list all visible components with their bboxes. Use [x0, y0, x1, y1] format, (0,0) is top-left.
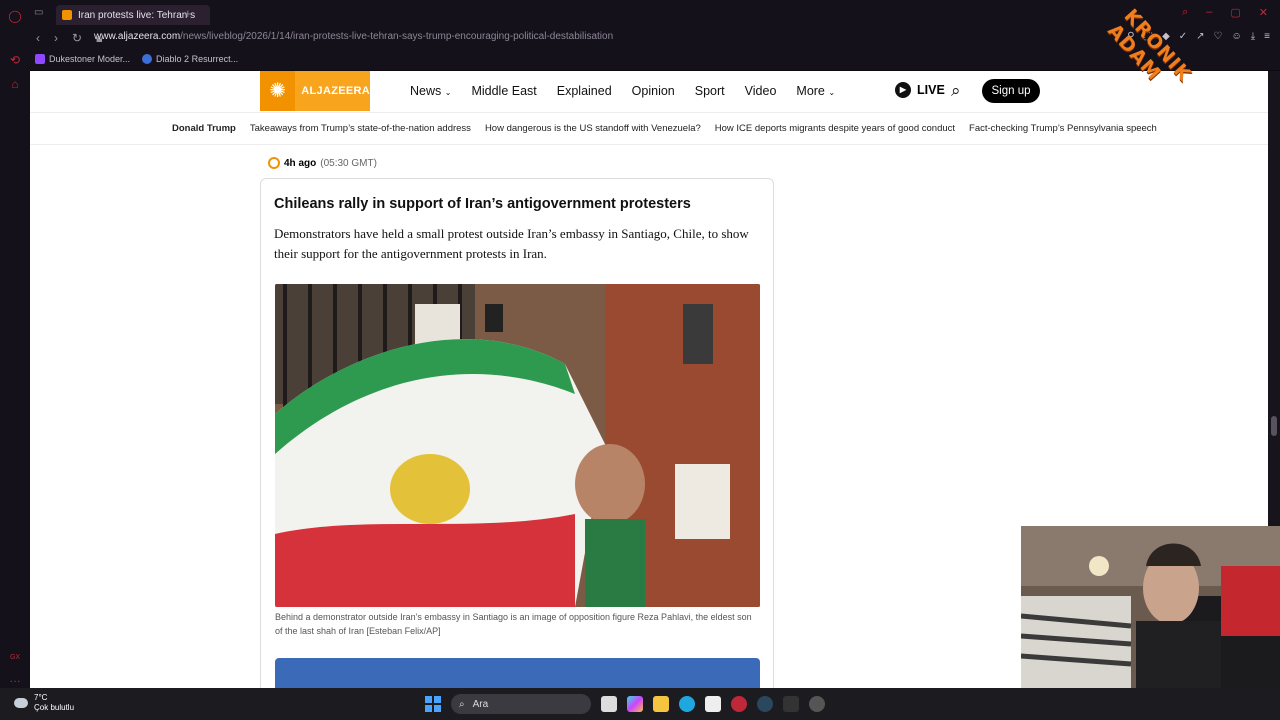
share-icon[interactable]: ↗	[1196, 31, 1204, 42]
trending-link[interactable]: How dangerous is the US standoff with Ve…	[485, 123, 701, 134]
aljazeera-logo[interactable]: ✺ ALJAZEERA	[260, 71, 370, 111]
copilot-icon[interactable]	[627, 696, 643, 712]
chevron-down-icon: ⌄	[444, 88, 452, 97]
trending-link[interactable]: How ICE deports migrants despite years o…	[715, 123, 955, 134]
nav-more[interactable]: More ⌄	[796, 84, 835, 98]
scrollbar-thumb[interactable]	[1271, 416, 1277, 436]
edge-icon[interactable]	[679, 696, 695, 712]
close-icon[interactable]: ✕	[1259, 6, 1268, 19]
speed-dial-icon[interactable]: ⟲	[7, 52, 23, 68]
search-placeholder: Ara	[472, 698, 489, 710]
bookmark-item[interactable]: Diablo 2 Resurrect...	[142, 54, 238, 64]
windows-taskbar: 7°C Çok bulutlu ⌕ Ara	[0, 688, 1280, 720]
task-view-icon[interactable]	[601, 696, 617, 712]
next-post-photo	[275, 658, 760, 688]
bnet-icon	[142, 54, 153, 64]
heart-icon[interactable]: ♡	[1214, 31, 1223, 42]
weather-temp: 7°C	[34, 693, 48, 702]
site-header: ✺ ALJAZEERA News ⌄ Middle East Explained…	[30, 71, 1268, 113]
logo-text: ALJAZEERA	[301, 85, 370, 97]
gx-icon[interactable]: GX	[7, 650, 23, 666]
bookmark-label: Dukestoner Moder...	[49, 54, 131, 64]
weather-text: 7°C Çok bulutlu	[34, 693, 74, 713]
nav-explained[interactable]: Explained	[557, 84, 612, 98]
trending-link[interactable]: Takeaways from Trump’s state-of-the-nati…	[250, 123, 471, 134]
new-tab-button[interactable]: +	[184, 6, 192, 21]
sign-up-button[interactable]: Sign up	[982, 79, 1040, 103]
file-explorer-icon[interactable]	[653, 696, 669, 712]
nav-middle-east[interactable]: Middle East	[471, 84, 536, 98]
nav-label: More	[796, 84, 825, 98]
liveblog-post: Chileans rally in support of Iran’s anti…	[260, 178, 774, 688]
trending-topic[interactable]: Donald Trump	[172, 123, 236, 134]
nav-sport[interactable]: Sport	[695, 84, 725, 98]
reload-icon[interactable]: ↻	[72, 31, 82, 46]
bookmark-item[interactable]: Dukestoner Moder...	[35, 54, 130, 64]
sidebar-tool-icon[interactable]: ⌂	[7, 76, 23, 92]
vpn-icon[interactable]: ✓	[1179, 31, 1187, 42]
nav-label: News	[410, 84, 442, 98]
trending-link[interactable]: Fact-checking Trump’s Pennsylvania speec…	[969, 123, 1157, 134]
cloud-icon	[14, 698, 28, 708]
app-icon[interactable]	[809, 696, 825, 712]
time-ago: 4h ago	[284, 157, 317, 169]
profile-icon[interactable]: ☺	[1232, 31, 1242, 42]
url-domain: www.aljazeera.com	[94, 31, 181, 42]
minimize-icon[interactable]: –	[1206, 6, 1212, 19]
weather-condition: Çok bulutlu	[34, 703, 75, 712]
search-icon: ⌕	[459, 698, 465, 710]
tab-bar: ▭ Iran protests live: Tehran s + ⌕ – ▢ ✕	[30, 0, 1280, 28]
window-controls: ⌕ – ▢ ✕	[1182, 6, 1268, 19]
steam-icon[interactable]	[757, 696, 773, 712]
store-icon[interactable]	[705, 696, 721, 712]
download-icon[interactable]: ⤓	[1251, 31, 1255, 42]
post-body: Demonstrators have held a small protest …	[274, 226, 749, 261]
nav-news[interactable]: News ⌄	[410, 84, 451, 98]
webcam-art	[1021, 526, 1280, 688]
protest-photo-art	[275, 284, 760, 607]
bookmark-label: Diablo 2 Resurrect...	[156, 54, 239, 64]
search-icon[interactable]: ⌕	[951, 81, 961, 101]
aljazeera-emblem-icon: ✺	[260, 71, 296, 111]
time-gmt: (05:30 GMT)	[320, 157, 377, 169]
webcam-overlay	[1021, 526, 1280, 688]
more-icon[interactable]: …	[7, 670, 23, 686]
opera-logo-icon[interactable]: ◯	[7, 8, 23, 24]
nav-buttons: ‹ › ↻ 🔒︎	[36, 31, 102, 46]
forward-icon[interactable]: ›	[54, 31, 58, 46]
live-button[interactable]: ▶ LIVE	[895, 82, 945, 98]
taskbar-search[interactable]: ⌕ Ara	[451, 694, 591, 714]
main-nav: News ⌄ Middle East Explained Opinion Spo…	[410, 84, 835, 98]
back-icon[interactable]: ‹	[36, 31, 40, 46]
browser-sidebar: ◯ ⟲ ⌂ GX …	[0, 0, 30, 688]
post-headline: Chileans rally in support of Iran’s anti…	[274, 196, 691, 212]
photo-caption: Behind a demonstrator outside Iran’s emb…	[275, 612, 752, 636]
url-field[interactable]: www.aljazeera.com/news/liveblog/2026/1/1…	[94, 31, 613, 42]
twitch-icon	[35, 54, 45, 64]
nav-opinion[interactable]: Opinion	[632, 84, 675, 98]
address-bar: ‹ › ↻ 🔒︎ www.aljazeera.com/news/liveblog…	[30, 28, 1280, 48]
aljazeera-favicon-icon	[62, 10, 72, 20]
weather-widget[interactable]: 7°C Çok bulutlu	[14, 693, 74, 713]
tab-title: Iran protests live: Tehran s	[78, 9, 196, 21]
search-tabs-icon[interactable]: ⌕	[1182, 6, 1188, 19]
menu-icon[interactable]: ≡	[1264, 31, 1270, 42]
protest-photo	[275, 284, 760, 607]
trending-bar: Donald Trump Takeaways from Trump’s stat…	[30, 113, 1268, 145]
epic-games-icon[interactable]	[783, 696, 799, 712]
live-label: LIVE	[917, 83, 945, 97]
nav-video[interactable]: Video	[745, 84, 777, 98]
taskbar-apps: ⌕ Ara	[425, 694, 825, 714]
workspaces-icon[interactable]: ▭	[34, 7, 43, 18]
windows-start-icon[interactable]	[425, 696, 441, 712]
maximize-icon[interactable]: ▢	[1230, 6, 1240, 19]
opera-gx-icon[interactable]	[731, 696, 747, 712]
bookmarks-bar: Dukestoner Moder... Diablo 2 Resurrect..…	[30, 48, 1280, 70]
timeline-dot-icon	[268, 157, 280, 169]
chevron-down-icon: ⌄	[828, 88, 836, 97]
play-icon: ▶	[895, 82, 911, 98]
post-timestamp: 4h ago (05:30 GMT)	[268, 157, 377, 169]
url-path: /news/liveblog/2026/1/14/iran-protests-l…	[180, 31, 614, 42]
